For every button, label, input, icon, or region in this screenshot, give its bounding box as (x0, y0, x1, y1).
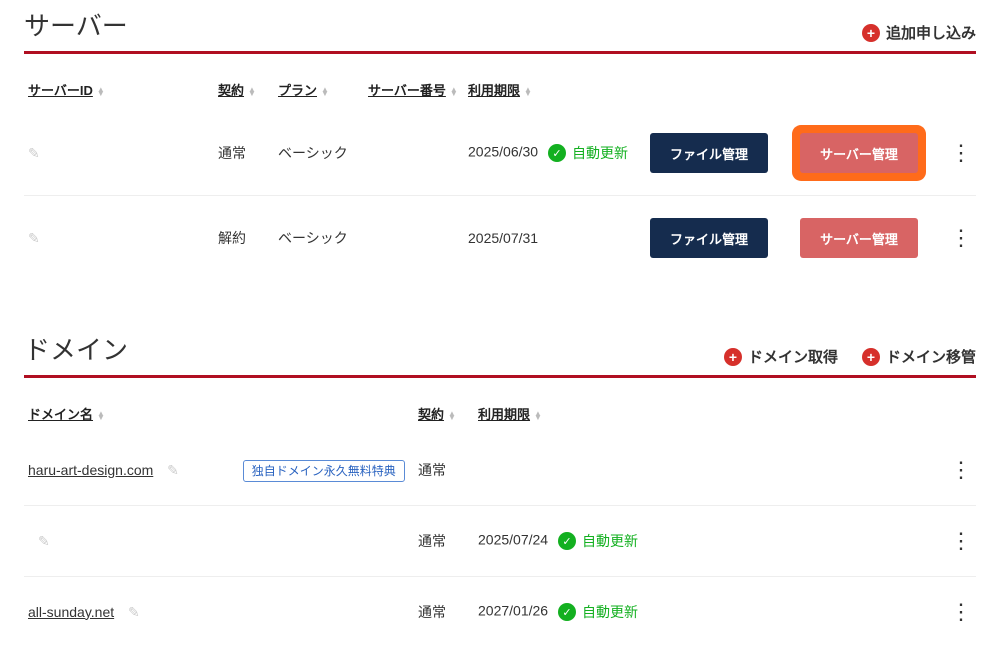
col-plan[interactable]: プラン▲▼ (274, 72, 364, 111)
edit-icon[interactable]: ✎ (28, 230, 40, 246)
file-manage-button[interactable]: ファイル管理 (650, 218, 768, 258)
status-text: 自動更新 (582, 602, 638, 622)
status-text: 自動更新 (582, 531, 638, 551)
get-domain-label: ドメイン取得 (748, 346, 838, 367)
domain-section-title: ドメイン (24, 330, 128, 367)
col-domain-contract[interactable]: 契約▲▼ (414, 396, 474, 435)
plus-icon: + (862, 24, 880, 42)
contract-value: 通常 (214, 111, 274, 196)
plus-icon: + (724, 348, 742, 366)
col-expiry[interactable]: 利用期限▲▼ (464, 72, 646, 111)
edit-icon[interactable]: ✎ (167, 462, 179, 478)
domain-expiry-value: 2027/01/26 (478, 603, 548, 619)
col-number[interactable]: サーバー番号▲▼ (364, 72, 464, 111)
more-icon[interactable]: ⋮ (946, 577, 976, 648)
add-server-label: 追加申し込み (886, 22, 976, 43)
col-contract[interactable]: 契約▲▼ (214, 72, 274, 111)
more-icon[interactable]: ⋮ (946, 506, 976, 577)
edit-icon[interactable]: ✎ (28, 145, 40, 161)
check-icon: ✓ (558, 532, 576, 550)
server-table: サーバーID▲▼ 契約▲▼ プラン▲▼ サーバー番号▲▼ 利用期限▲▼ (24, 72, 976, 280)
domain-contract-value: 通常 (414, 435, 474, 506)
more-icon[interactable]: ⋮ (946, 435, 976, 506)
file-manage-button[interactable]: ファイル管理 (650, 133, 768, 173)
edit-icon[interactable]: ✎ (128, 604, 140, 620)
edit-icon[interactable]: ✎ (38, 533, 50, 549)
plan-value: ベーシック (274, 196, 364, 281)
number-value (364, 196, 464, 281)
server-manage-button[interactable]: サーバー管理 (800, 133, 918, 173)
add-server-button[interactable]: + 追加申し込み (862, 22, 976, 43)
check-icon: ✓ (548, 144, 566, 162)
domain-expiry-value: 2025/07/24 (478, 532, 548, 548)
status-text: 自動更新 (572, 143, 628, 163)
domain-name-link[interactable]: haru-art-design.com (28, 462, 153, 478)
check-icon: ✓ (558, 603, 576, 621)
free-domain-badge: 独自ドメイン永久無料特典 (243, 460, 405, 482)
more-icon[interactable]: ⋮ (946, 111, 976, 196)
more-icon[interactable]: ⋮ (946, 196, 976, 281)
server-section-title: サーバー (24, 6, 128, 43)
col-domain-name[interactable]: ドメイン名▲▼ (24, 396, 414, 435)
domain-table: ドメイン名▲▼ 契約▲▼ 利用期限▲▼ haru-art-design.com … (24, 396, 976, 647)
contract-value: 解約 (214, 196, 274, 281)
transfer-domain-label: ドメイン移管 (886, 346, 976, 367)
number-value (364, 111, 464, 196)
col-server-id[interactable]: サーバーID▲▼ (24, 72, 214, 111)
server-manage-button[interactable]: サーバー管理 (800, 218, 918, 258)
plus-icon: + (862, 348, 880, 366)
plan-value: ベーシック (274, 111, 364, 196)
expiry-value: 2025/07/31 (468, 230, 538, 246)
domain-contract-value: 通常 (414, 506, 474, 577)
expiry-value: 2025/06/30 (468, 144, 538, 160)
domain-contract-value: 通常 (414, 577, 474, 648)
domain-name-link[interactable]: all-sunday.net (28, 604, 114, 620)
col-domain-expiry[interactable]: 利用期限▲▼ (474, 396, 946, 435)
transfer-domain-button[interactable]: + ドメイン移管 (862, 346, 976, 367)
get-domain-button[interactable]: + ドメイン取得 (724, 346, 838, 367)
